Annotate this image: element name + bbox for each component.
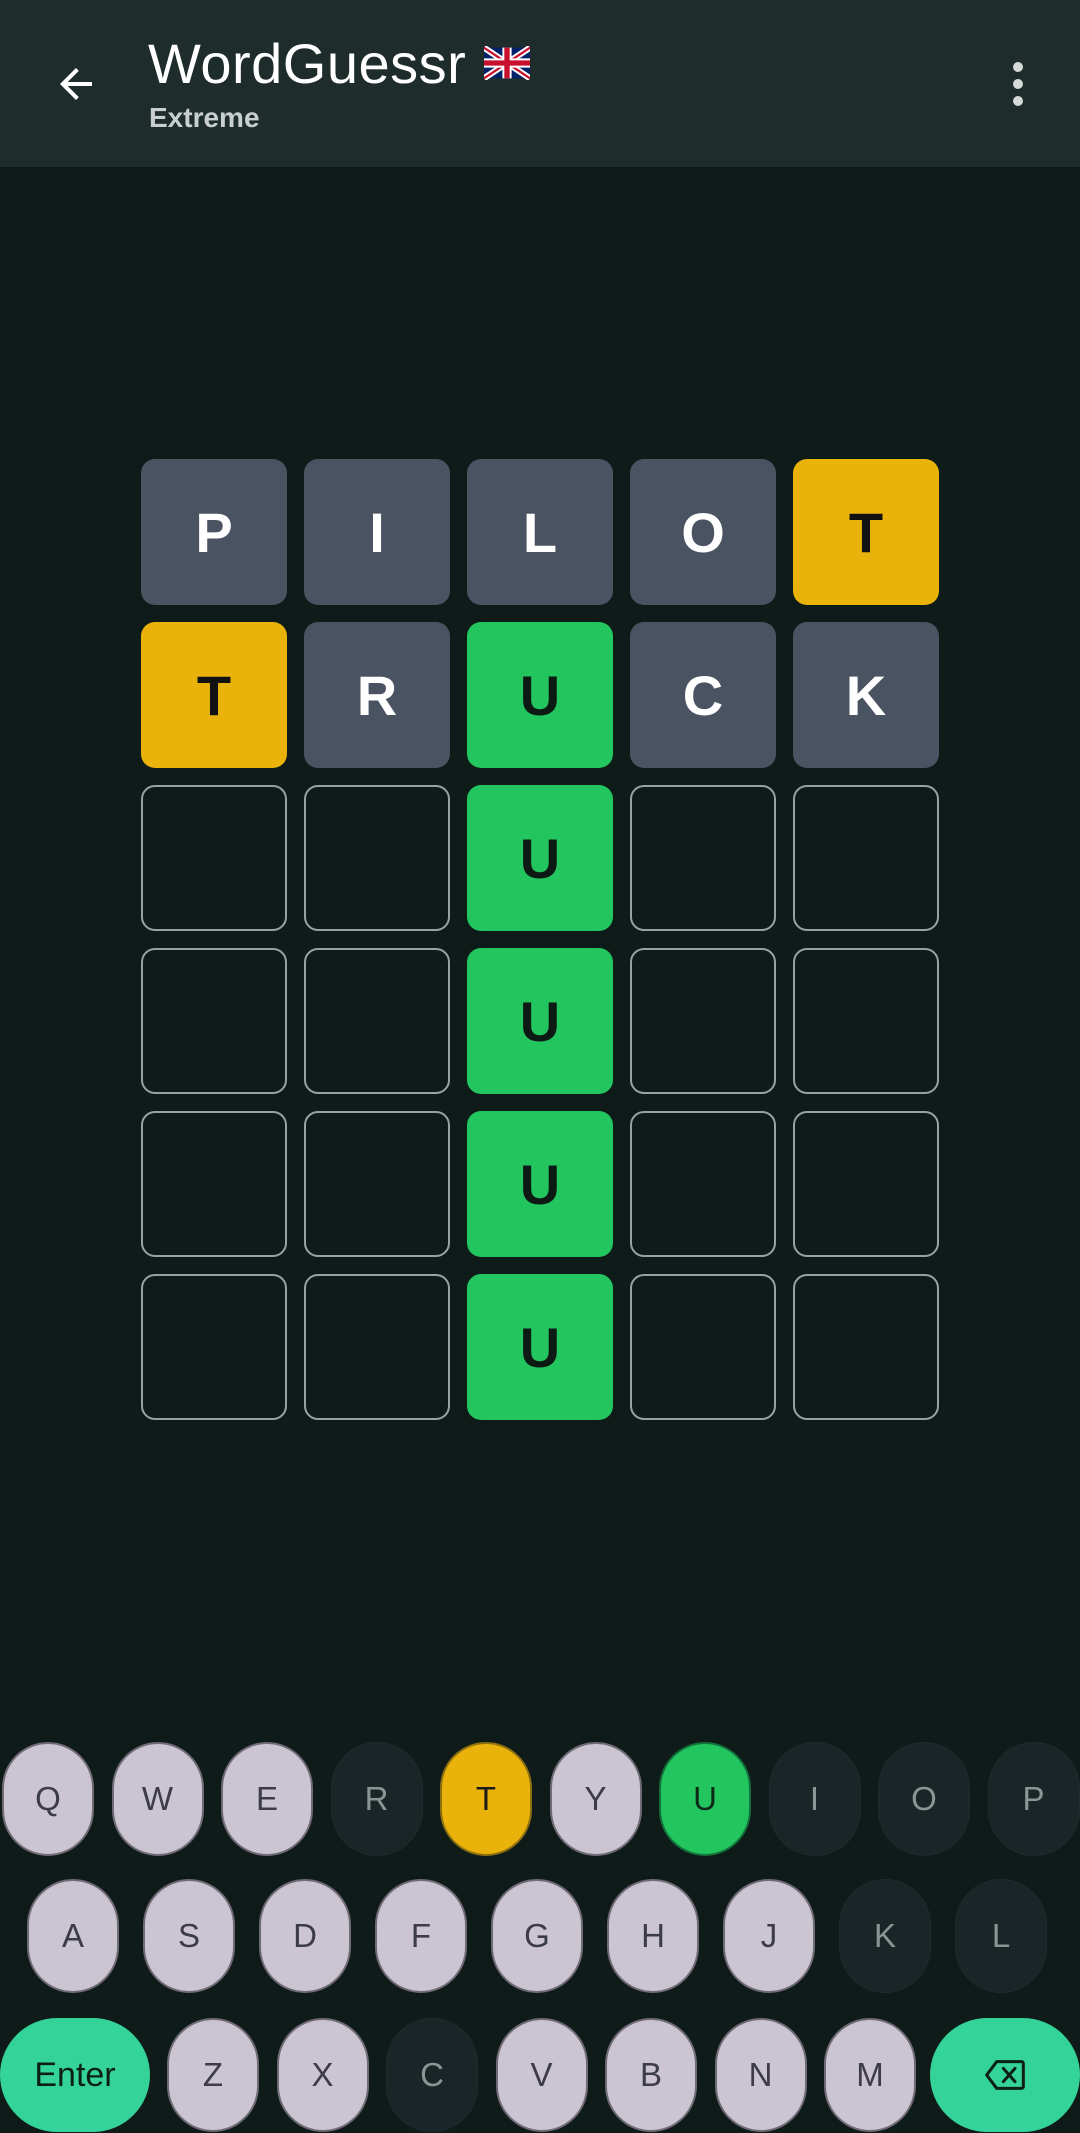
- tile: U: [467, 948, 613, 1094]
- keyboard-row: Enter Z X C V B N M: [0, 2018, 1080, 2132]
- tile: C: [630, 622, 776, 768]
- key-j[interactable]: J: [723, 1879, 815, 1993]
- app-bar: WordGuessr Extreme: [0, 0, 1080, 167]
- key-e[interactable]: E: [221, 1742, 313, 1856]
- key-z[interactable]: Z: [167, 2018, 259, 2132]
- key-l[interactable]: L: [955, 1879, 1047, 1993]
- enter-key[interactable]: Enter: [0, 2018, 150, 2132]
- board-row: U: [141, 948, 941, 1094]
- tile: P: [141, 459, 287, 605]
- board-row: TRUCK: [141, 622, 941, 768]
- tile: [141, 948, 287, 1094]
- tile: U: [467, 622, 613, 768]
- tile: I: [304, 459, 450, 605]
- key-k[interactable]: K: [839, 1879, 931, 1993]
- more-vert-icon-dot: [1013, 79, 1023, 89]
- tile: [304, 1111, 450, 1257]
- key-n[interactable]: N: [714, 2018, 807, 2132]
- tile: [141, 1274, 287, 1420]
- board-row: PILOT: [141, 459, 941, 605]
- key-f[interactable]: F: [375, 1879, 467, 1993]
- key-o[interactable]: O: [878, 1742, 970, 1856]
- key-r[interactable]: R: [330, 1742, 423, 1856]
- key-a[interactable]: A: [27, 1879, 119, 1993]
- tile: [630, 785, 776, 931]
- tile: U: [467, 1111, 613, 1257]
- uk-flag-icon: [484, 46, 531, 80]
- tile: [304, 785, 450, 931]
- board-row: U: [141, 785, 941, 931]
- key-x[interactable]: X: [276, 2018, 369, 2132]
- tile: [630, 1274, 776, 1420]
- board-row: U: [141, 1274, 941, 1420]
- more-vert-icon: [1013, 62, 1023, 72]
- key-p[interactable]: P: [987, 1742, 1080, 1856]
- board-row: U: [141, 1111, 941, 1257]
- tile: O: [630, 459, 776, 605]
- key-b[interactable]: B: [605, 2018, 697, 2132]
- tile: U: [467, 1274, 613, 1420]
- key-s[interactable]: S: [143, 1879, 235, 1993]
- key-g[interactable]: G: [491, 1879, 583, 1993]
- more-vert-icon-dot: [1013, 96, 1023, 106]
- tile: [304, 948, 450, 1094]
- game-board: PILOTTRUCKUUUU: [141, 459, 941, 1437]
- app-title: WordGuessr: [148, 31, 467, 95]
- key-t[interactable]: T: [440, 1742, 532, 1856]
- key-c[interactable]: C: [386, 2018, 478, 2132]
- tile: [793, 785, 939, 931]
- tile: [793, 948, 939, 1094]
- tile: [793, 1111, 939, 1257]
- tile: L: [467, 459, 613, 605]
- tile: U: [467, 785, 613, 931]
- difficulty-label: Extreme: [149, 102, 260, 133]
- tile: [630, 1111, 776, 1257]
- key-d[interactable]: D: [259, 1879, 351, 1993]
- backspace-key[interactable]: [930, 2018, 1080, 2132]
- back-button[interactable]: [36, 44, 116, 124]
- tile: [141, 1111, 287, 1257]
- key-w[interactable]: W: [111, 1742, 204, 1856]
- key-i[interactable]: I: [768, 1742, 861, 1856]
- keyboard-row: QWERTYUIOP: [0, 1742, 1080, 1856]
- key-m[interactable]: M: [824, 2018, 916, 2132]
- tile: [630, 948, 776, 1094]
- tile: [141, 785, 287, 931]
- arrow-left-icon: [60, 68, 92, 100]
- tile: T: [141, 622, 287, 768]
- more-options-button[interactable]: [986, 44, 1050, 124]
- key-v[interactable]: V: [495, 2018, 588, 2132]
- title-block: WordGuessr Extreme: [148, 28, 531, 134]
- key-y[interactable]: Y: [549, 1742, 642, 1856]
- tile: R: [304, 622, 450, 768]
- tile: K: [793, 622, 939, 768]
- backspace-icon: [985, 2060, 1025, 2090]
- tile: [793, 1274, 939, 1420]
- key-q[interactable]: Q: [2, 1742, 94, 1856]
- keyboard-row: ASDFGHJKL: [0, 1879, 1080, 1993]
- tile: [304, 1274, 450, 1420]
- key-h[interactable]: H: [607, 1879, 699, 1993]
- key-u[interactable]: U: [659, 1742, 751, 1856]
- tile: T: [793, 459, 939, 605]
